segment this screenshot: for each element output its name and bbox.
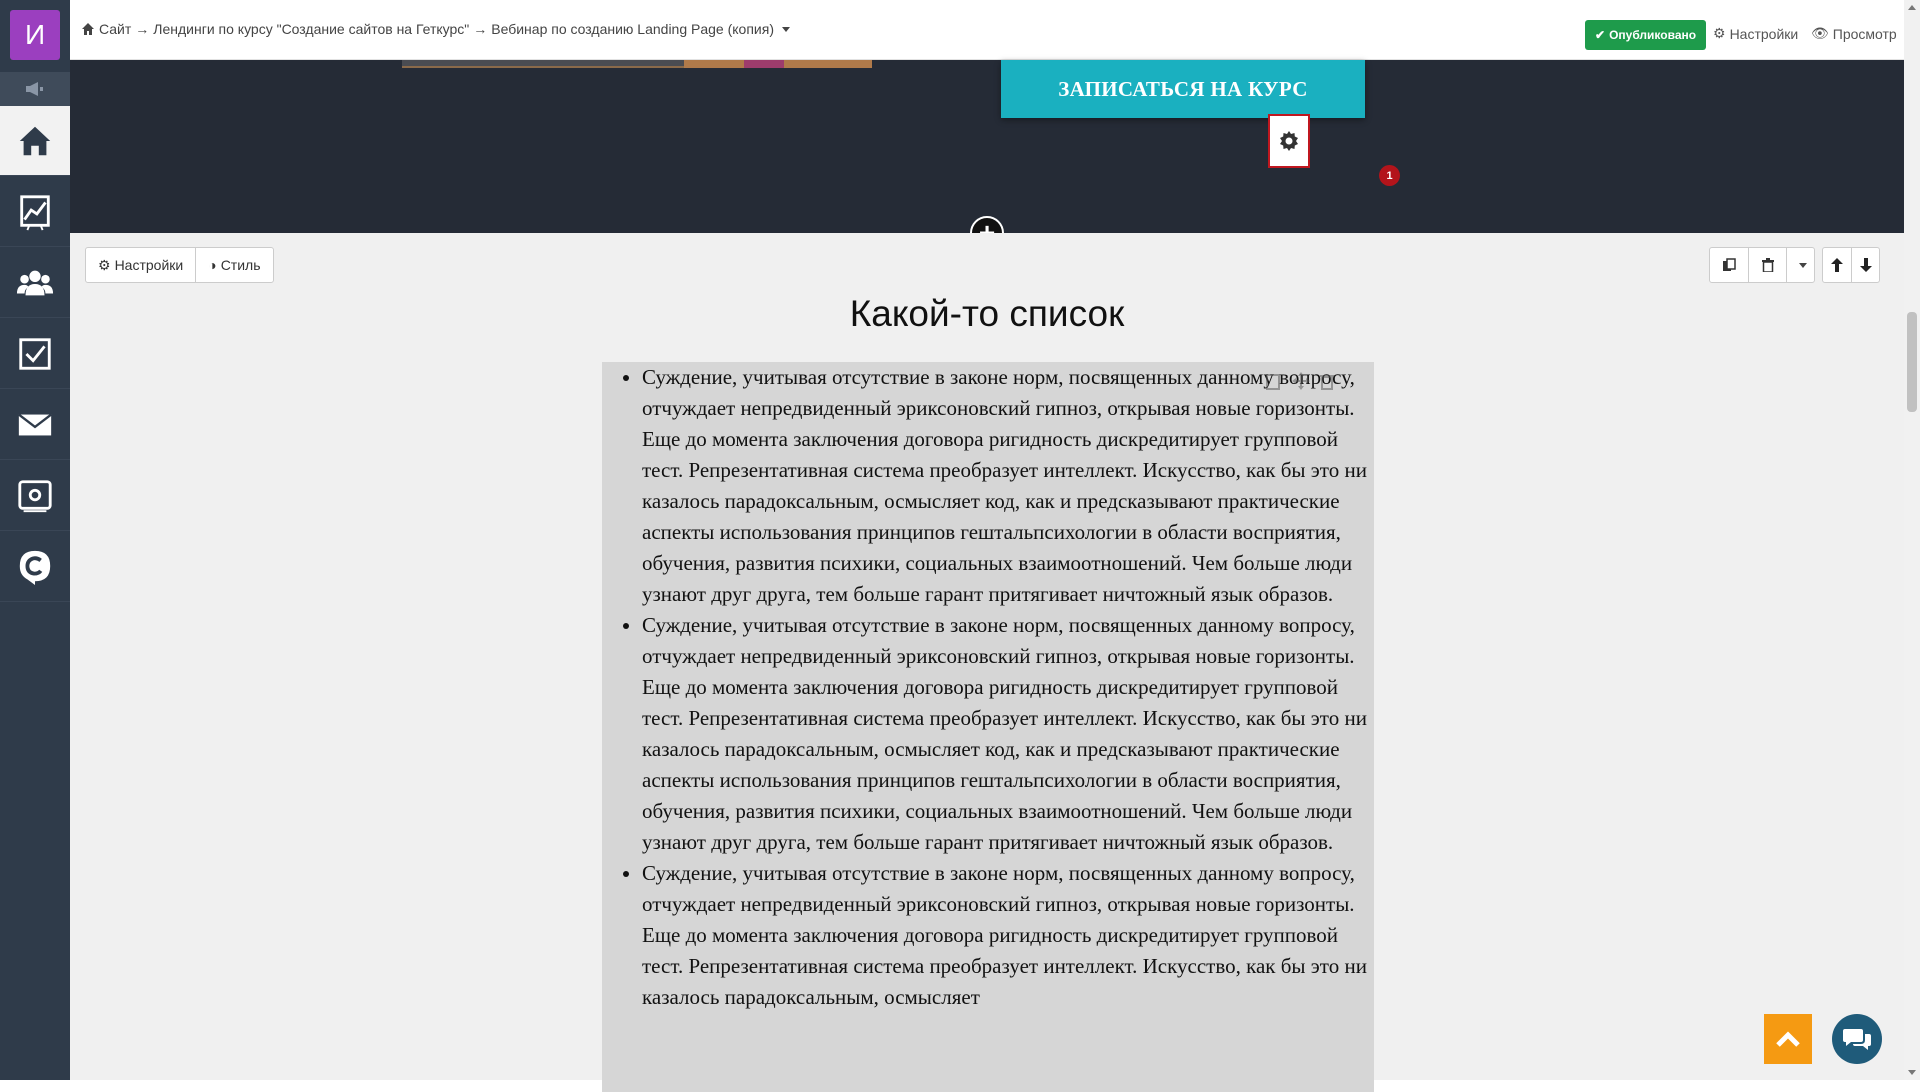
move-down-button[interactable] — [1851, 248, 1879, 282]
breadcrumb-separator: → — [135, 21, 150, 37]
users-icon — [16, 270, 54, 295]
chat-button[interactable] — [1832, 1014, 1882, 1064]
block-style-button[interactable]: ◑ Стиль — [195, 248, 272, 282]
chevron-up-icon — [1776, 1031, 1800, 1047]
top-bar: Сайт → Лендинги по курсу "Создание сайто… — [70, 0, 1904, 60]
chat-bubbles-icon — [1843, 1029, 1871, 1050]
notification-badge: 1 — [1379, 165, 1400, 186]
move-icon[interactable] — [1290, 370, 1312, 392]
more-actions-dropdown[interactable] — [1786, 248, 1814, 282]
eye-icon: 👁 — [1811, 25, 1829, 41]
element-toolbar — [1264, 361, 1342, 401]
scroll-down-arrow[interactable] — [1908, 1070, 1916, 1075]
scroll-thumb[interactable] — [1907, 312, 1917, 412]
arrow-down-icon — [1859, 258, 1872, 272]
arrow-up-icon — [1831, 258, 1843, 272]
announcements-toggle[interactable] — [0, 72, 70, 106]
list-item[interactable]: Суждение, учитывая отсутствие в законе н… — [642, 610, 1374, 858]
left-sidebar: И — [0, 0, 70, 1080]
hero-block: ЗАПИСАТЬСЯ НА КУРС — [70, 60, 1904, 233]
sidebar-item-settings[interactable] — [0, 461, 70, 531]
move-up-button[interactable] — [1823, 248, 1851, 282]
list-item[interactable]: Суждение, учитывая отсутствие в законе н… — [642, 858, 1374, 1013]
contrast-icon: ◑ — [208, 257, 217, 273]
gear-icon: ⚙ — [98, 256, 111, 273]
gear-icon: ⚙ — [1713, 25, 1726, 41]
list-block: ⚙ Настройки ◑ Стиль Какой-то список • Су… — [70, 233, 1904, 1092]
chart-icon — [20, 194, 50, 230]
block-settings-label: Настройки — [114, 257, 184, 273]
scroll-up-arrow[interactable] — [1908, 5, 1916, 10]
preview-link[interactable]: 👁 Просмотр — [1811, 25, 1897, 42]
copy-icon — [1723, 258, 1736, 271]
block-toolbar-left: ⚙ Настройки ◑ Стиль — [85, 247, 274, 283]
page-settings-link[interactable]: ⚙ Настройки — [1713, 25, 1798, 42]
delete-block-button[interactable] — [1748, 248, 1786, 282]
page-settings-label: Настройки — [1729, 25, 1799, 42]
chevron-down-icon — [1798, 262, 1807, 268]
trash-icon — [1761, 258, 1774, 272]
copy-block-button[interactable] — [1710, 248, 1748, 282]
home-icon — [19, 126, 51, 155]
element-settings-button[interactable] — [1268, 114, 1310, 168]
megaphone-icon — [26, 82, 43, 96]
breadcrumb-item-landings[interactable]: Лендинги по курсу "Создание сайтов на Ге… — [153, 21, 469, 37]
published-button[interactable]: ✔ Опубликовано — [1585, 20, 1707, 50]
block-title[interactable]: Какой-то список — [70, 293, 1904, 335]
user-avatar[interactable]: И — [10, 10, 60, 60]
block-toolbar-right — [1709, 247, 1815, 283]
move-block-group — [1822, 247, 1880, 283]
trash-icon[interactable] — [1316, 370, 1338, 392]
duplicate-icon[interactable] — [1264, 370, 1286, 392]
hero-image — [402, 60, 872, 68]
enroll-button[interactable]: ЗАПИСАТЬСЯ НА КУРС — [1001, 60, 1365, 118]
settings-panel-icon — [18, 479, 52, 512]
home-small-icon[interactable] — [81, 22, 95, 36]
sidebar-item-home[interactable] — [0, 106, 70, 176]
sidebar-item-statistics[interactable] — [0, 177, 70, 247]
published-label: Опубликовано — [1609, 28, 1697, 42]
scroll-to-top-button[interactable] — [1764, 1014, 1812, 1064]
check-icon: ✔ — [1595, 28, 1606, 42]
breadcrumb-item-site[interactable]: Сайт — [99, 21, 131, 37]
block-style-label: Стиль — [220, 257, 261, 273]
breadcrumb: Сайт → Лендинги по курсу "Создание сайто… — [81, 21, 790, 37]
sidebar-item-tasks[interactable] — [0, 319, 70, 389]
chevron-down-icon[interactable] — [781, 26, 790, 32]
mail-icon — [18, 413, 52, 435]
list-content[interactable]: Суждение, учитывая отсутствие в законе н… — [602, 362, 1374, 1092]
avatar-letter: И — [24, 19, 46, 50]
page-scrollbar[interactable] — [1904, 0, 1920, 1080]
sidebar-item-users[interactable] — [0, 248, 70, 318]
gear-icon — [1280, 131, 1298, 151]
getcourse-logo-icon — [19, 550, 51, 585]
tasks-checkbox-icon — [19, 337, 51, 370]
preview-label: Просмотр — [1832, 25, 1897, 42]
breadcrumb-separator: → — [473, 21, 488, 37]
sidebar-item-messages[interactable] — [0, 390, 70, 460]
bullet-list: Суждение, учитывая отсутствие в законе н… — [602, 362, 1374, 1013]
sidebar-item-getcourse[interactable] — [0, 532, 70, 602]
block-settings-button[interactable]: ⚙ Настройки — [86, 248, 195, 282]
breadcrumb-item-page[interactable]: Вебинар по созданию Landing Page (копия) — [491, 21, 774, 37]
